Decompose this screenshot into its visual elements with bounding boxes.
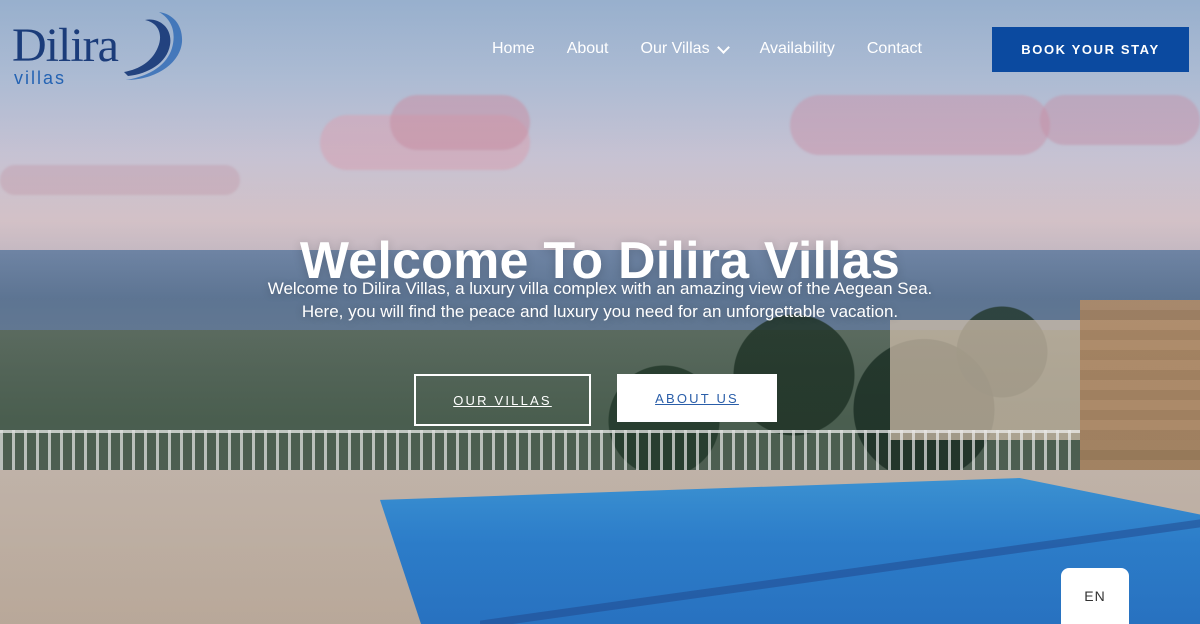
nav-about-label: About bbox=[566, 40, 609, 57]
hero-subtitle: Welcome to Dilira Villas, a luxury villa… bbox=[0, 277, 1200, 323]
language-current: EN bbox=[1084, 588, 1106, 604]
nav-availability[interactable]: Availability bbox=[760, 40, 835, 58]
hero-subtitle-line-1: Welcome to Dilira Villas, a luxury villa… bbox=[267, 279, 933, 298]
nav-home-label: Home bbox=[492, 40, 535, 57]
book-your-stay-label: BOOK YOUR STAY bbox=[1021, 42, 1160, 57]
book-your-stay-button[interactable]: BOOK YOUR STAY bbox=[992, 27, 1189, 72]
language-switcher[interactable]: EN bbox=[1061, 568, 1129, 624]
about-us-button[interactable]: ABOUT US bbox=[617, 374, 777, 422]
brand-logo[interactable]: Dilira villas bbox=[12, 10, 187, 88]
nav-our-villas[interactable]: Our Villas bbox=[640, 40, 730, 58]
logo-title: Dilira bbox=[12, 19, 119, 72]
hero-subtitle-line-2: Here, you will find the peace and luxury… bbox=[301, 302, 899, 321]
nav-our-villas-label: Our Villas bbox=[640, 40, 710, 57]
wave-logo-icon bbox=[124, 12, 183, 80]
logo-subtitle: villas bbox=[14, 68, 67, 88]
nav-home[interactable]: Home bbox=[492, 40, 535, 58]
about-us-label: ABOUT US bbox=[655, 390, 739, 406]
chevron-down-icon bbox=[716, 40, 730, 54]
nav-availability-label: Availability bbox=[759, 40, 835, 57]
our-villas-label: OUR VILLAS bbox=[453, 392, 552, 408]
nav-contact-label: Contact bbox=[866, 40, 922, 57]
our-villas-button[interactable]: OUR VILLAS bbox=[414, 374, 591, 426]
nav-about[interactable]: About bbox=[567, 40, 609, 58]
main-nav: Home About Our Villas Availability Conta… bbox=[492, 38, 922, 60]
nav-contact[interactable]: Contact bbox=[867, 40, 922, 58]
